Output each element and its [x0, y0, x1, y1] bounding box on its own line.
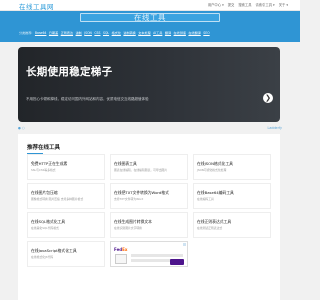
tool-card[interactable]: 在线Base64编码工具 在线编码工具 [193, 183, 271, 209]
search-input[interactable]: 在线工具 [80, 13, 220, 22]
tag-link[interactable]: SEO [203, 31, 209, 35]
tool-description: 在线格式化JS代码 [31, 255, 54, 259]
tool-name: 在线JSON格式化工具 [197, 161, 233, 166]
tool-name: 在线JavaScript格式化工具 [31, 248, 77, 253]
tag-link[interactable]: CSS [94, 31, 100, 35]
banner-title: 长期使用稳定梯子 [26, 66, 113, 78]
tool-description: 图表在线编辑，在线编辑图表，可导出图片 [114, 168, 168, 172]
ad-text-line [131, 259, 171, 262]
tool-card[interactable]: 在线图表工具 图表在线编辑，在线编辑图表，可导出图片 [110, 154, 188, 180]
tag-link[interactable]: 进制转换 [123, 30, 135, 35]
tool-description: 在线美化SQL代码格式 [31, 226, 59, 230]
tool-description: 在线编码工具 [197, 197, 214, 201]
tags-label: 分类推荐: [19, 31, 33, 35]
tool-description: JSON可视化格式化处理 [197, 168, 227, 172]
tag-link[interactable]: Base64 [35, 31, 46, 35]
banner-description: 不用担心卡顿和掉线，稳定访问国内外网站和内容，优质电信交互线路超值体验 [26, 97, 149, 101]
tool-name: 免费HTTP正在生成素 [31, 161, 68, 166]
tag-link[interactable]: 格式化 [112, 30, 121, 35]
tool-name: 在线图片包压缩 [31, 190, 58, 195]
tool-card[interactable]: 在线SQL格式化工具 在线美化SQL代码格式 [27, 212, 105, 238]
ad-image [115, 254, 127, 264]
tag-link[interactable]: 在线翻译 [188, 30, 200, 35]
tag-link[interactable]: 翻译 [165, 30, 171, 35]
ad-card[interactable]: FedEx [110, 241, 188, 267]
top-bar: 在线工具网 用户中心 ▾ 提交 搜索工具 请索引工具 ▾ 关于 ▾ [0, 0, 300, 11]
ad-text-line [131, 254, 183, 257]
tool-card[interactable]: 在线正则表达式工具 在线测试正则表达式 [193, 212, 271, 238]
tool-name: 在线图表工具 [114, 161, 137, 166]
nav-user-center[interactable]: 用户中心 ▾ [208, 2, 224, 7]
tool-name: 在线正则表达式工具 [197, 219, 232, 224]
tool-name: 在线Base64编码工具 [197, 190, 234, 195]
tag-link[interactable]: 在线测速 [174, 30, 186, 35]
tool-card[interactable]: 在线JSON格式化工具 JSON可视化格式化处理 [193, 154, 271, 180]
banner-source-label: Ladderfy [267, 126, 282, 130]
ad-cta-button[interactable] [170, 259, 184, 265]
site-title[interactable]: 在线工具网 [19, 1, 54, 11]
nav-index-tools[interactable]: 请索引工具 ▾ [256, 2, 275, 7]
tool-name: 在线SQL格式化工具 [31, 219, 66, 224]
tag-link[interactable]: JSON [84, 31, 92, 35]
nav-submit[interactable]: 提交 [228, 2, 235, 7]
tool-card[interactable]: 在线图片包压缩 图像格式转换 图片压缩 支持多种图片格式 [27, 183, 105, 209]
tool-description: 支持TXT文件转为Word [114, 197, 144, 201]
ad-brand-logo: FedEx [114, 247, 128, 252]
tag-list: 分类推荐: Base64 日期差 正则表达 进制 JSON CSS SQL 格式… [19, 30, 210, 36]
tool-card[interactable]: 免费HTTP正在生成素 SSL与CSS等多格式 [27, 154, 105, 180]
tool-card[interactable]: 在线把TXT文件转换为Word格式 支持TXT文件转为Word [110, 183, 188, 209]
tag-link[interactable]: 日期差 [49, 30, 58, 35]
ad-close-icon[interactable] [183, 243, 186, 246]
nav-about[interactable]: 关于 ▾ [279, 2, 288, 7]
tag-link[interactable]: SQL [103, 31, 109, 35]
top-nav: 用户中心 ▾ 提交 搜索工具 请索引工具 ▾ 关于 ▾ [208, 2, 288, 7]
tool-card[interactable]: 在线生成图片转换文本 在线识别图片文字转换 [110, 212, 188, 238]
tag-link[interactable]: 文本处理 [138, 30, 150, 35]
tool-description: SSL与CSS等多格式 [31, 168, 56, 172]
chevron-right-icon[interactable]: ❯ [263, 93, 273, 103]
tool-description: 在线识别图片文字转换 [114, 226, 142, 230]
tag-link[interactable]: 进制 [76, 30, 82, 35]
promo-banner[interactable]: 长期使用稳定梯子 不用担心卡顿和掉线，稳定访问国内外网站和内容，优质电信交互线路… [18, 47, 280, 122]
section-title: 推荐在线工具 [27, 145, 61, 154]
tool-description: 图像格式转换 图片压缩 支持多种图片格式 [31, 197, 84, 201]
tool-name: 在线生成图片转换文本 [114, 219, 152, 224]
nav-search-tools[interactable]: 搜索工具 [238, 2, 251, 7]
tool-card[interactable]: 在线JavaScript格式化工具 在线格式化JS代码 [27, 241, 105, 267]
tool-name: 在线把TXT文件转换为Word格式 [114, 190, 169, 195]
recommended-tools-panel: 推荐在线工具 免费HTTP正在生成素 SSL与CSS等多格式 在线图表工具 图表… [18, 134, 280, 300]
tag-link[interactable]: AI工具 [153, 30, 162, 35]
tool-description: 在线测试正则表达式 [197, 226, 223, 230]
tag-link[interactable]: 正则表达 [61, 30, 73, 35]
banner-pagination[interactable]: ● ○ [18, 126, 25, 130]
